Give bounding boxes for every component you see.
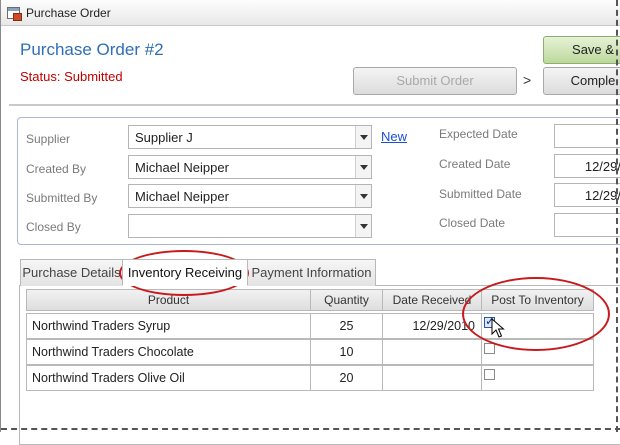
chevron-down-icon[interactable] — [355, 185, 371, 207]
screenshot-border-bottom — [1, 428, 620, 430]
submitted-by-label: Submitted By — [26, 191, 98, 205]
title-bar: Purchase Order — [1, 0, 620, 26]
closed-date-field[interactable] — [554, 213, 620, 237]
created-by-combo[interactable]: Michael Neipper — [128, 155, 372, 179]
chevron-down-icon[interactable] — [355, 215, 371, 237]
product-cell[interactable]: Northwind Traders Chocolate — [26, 339, 311, 365]
closed-by-combo[interactable] — [128, 214, 372, 238]
column-header-quantity[interactable]: Quantity — [310, 289, 383, 311]
complete-button[interactable]: Comple — [543, 67, 620, 95]
submitted-date-label: Submitted Date — [439, 187, 522, 201]
supplier-label: Supplier — [26, 132, 71, 146]
save-button[interactable]: Save & — [543, 36, 620, 64]
post-to-inventory-checkbox[interactable] — [484, 369, 495, 380]
supplier-combo[interactable]: Supplier J — [128, 125, 372, 149]
new-supplier-link[interactable]: New — [381, 129, 407, 144]
status-text: Status: Submitted — [20, 69, 123, 84]
created-date-value: 12/29/ — [584, 159, 620, 174]
expected-date-field[interactable] — [554, 124, 620, 148]
supplier-value: Supplier J — [135, 130, 193, 145]
quantity-cell[interactable]: 10 — [310, 339, 383, 365]
mouse-pointer-icon — [491, 318, 505, 338]
submitted-date-value: 12/29/ — [584, 188, 620, 203]
submitted-date-field[interactable]: 12/29/ — [554, 183, 620, 207]
post-to-inventory-checkbox[interactable] — [484, 343, 495, 354]
form-icon — [7, 7, 22, 21]
tab-payment-information[interactable]: Payment Information — [247, 259, 376, 286]
screenshot-border-right — [616, 0, 618, 432]
quantity-cell[interactable]: 25 — [310, 313, 383, 339]
product-cell[interactable]: Northwind Traders Olive Oil — [26, 365, 311, 391]
created-by-label: Created By — [26, 162, 87, 176]
product-cell[interactable]: Northwind Traders Syrup — [26, 313, 311, 339]
purchase-order-window: Purchase Order Purchase Order #2 Status:… — [0, 0, 620, 445]
submitted-by-combo[interactable]: Michael Neipper — [128, 184, 372, 208]
closed-date-label: Closed Date — [439, 216, 506, 230]
date-received-cell[interactable] — [382, 339, 482, 365]
created-by-value: Michael Neipper — [135, 160, 229, 175]
post-to-inventory-cell[interactable] — [481, 365, 594, 391]
highlight-circle-checkbox — [462, 277, 610, 351]
date-received-cell[interactable] — [382, 365, 482, 391]
created-date-field[interactable]: 12/29/ — [554, 154, 620, 178]
chevron-right-icon: > — [523, 72, 532, 88]
chevron-down-icon[interactable] — [355, 126, 371, 148]
created-date-label: Created Date — [439, 157, 511, 171]
window-title: Purchase Order — [26, 6, 111, 20]
expected-date-label: Expected Date — [439, 127, 518, 141]
submit-order-button[interactable]: Submit Order — [353, 67, 517, 95]
tab-inventory-receiving[interactable]: Inventory Receiving — [122, 259, 248, 286]
quantity-cell[interactable]: 20 — [310, 365, 383, 391]
closed-by-label: Closed By — [26, 220, 81, 234]
page-title: Purchase Order #2 — [20, 40, 164, 59]
chevron-down-icon[interactable] — [355, 156, 371, 178]
header-divider — [9, 104, 620, 106]
tab-purchase-details[interactable]: Purchase Details — [20, 259, 123, 286]
submitted-by-value: Michael Neipper — [135, 189, 229, 204]
